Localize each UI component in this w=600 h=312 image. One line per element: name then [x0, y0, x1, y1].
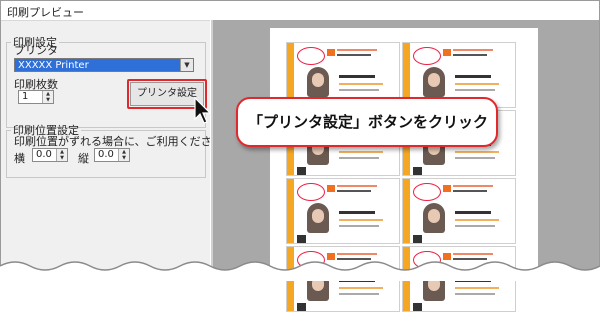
vertical-label: 縦: [78, 152, 89, 165]
torn-edge: [0, 261, 600, 281]
horizontal-offset-value: 0.0: [36, 149, 52, 160]
stepper-arrows-icon[interactable]: ▲ ▼: [118, 149, 129, 161]
title-bar: 印刷プレビュー: [1, 1, 599, 21]
printer-setup-button[interactable]: プリンタ設定: [130, 82, 204, 106]
vertical-offset-value: 0.0: [98, 149, 114, 160]
stepper-arrows-icon[interactable]: ▲ ▼: [56, 149, 67, 161]
vertical-offset-stepper[interactable]: 0.0 ▲ ▼: [94, 148, 130, 162]
stepper-arrows-icon[interactable]: ▲ ▼: [42, 91, 53, 103]
printer-select-value: XXXXX Printer: [18, 60, 89, 71]
chevron-down-icon[interactable]: ▼: [180, 59, 193, 71]
horizontal-label: 横: [14, 152, 25, 165]
preview-page: [270, 28, 538, 312]
business-card-preview: [402, 178, 516, 244]
horizontal-offset-stepper[interactable]: 0.0 ▲ ▼: [32, 148, 68, 162]
position-note: 印刷位置がずれる場合に、ご利用ください。: [14, 135, 234, 148]
printer-label: プリンタ: [14, 44, 58, 57]
printer-select[interactable]: XXXXX Printer ▼: [14, 58, 194, 72]
window-title: 印刷プレビュー: [7, 6, 84, 19]
business-card-preview: [286, 178, 400, 244]
instruction-callout-text: 「プリンタ設定」ボタンをクリック: [247, 113, 488, 131]
arrow-cursor-icon: [194, 97, 212, 124]
copies-stepper[interactable]: 1 ▲ ▼: [18, 90, 54, 104]
copies-value: 1: [22, 91, 29, 102]
